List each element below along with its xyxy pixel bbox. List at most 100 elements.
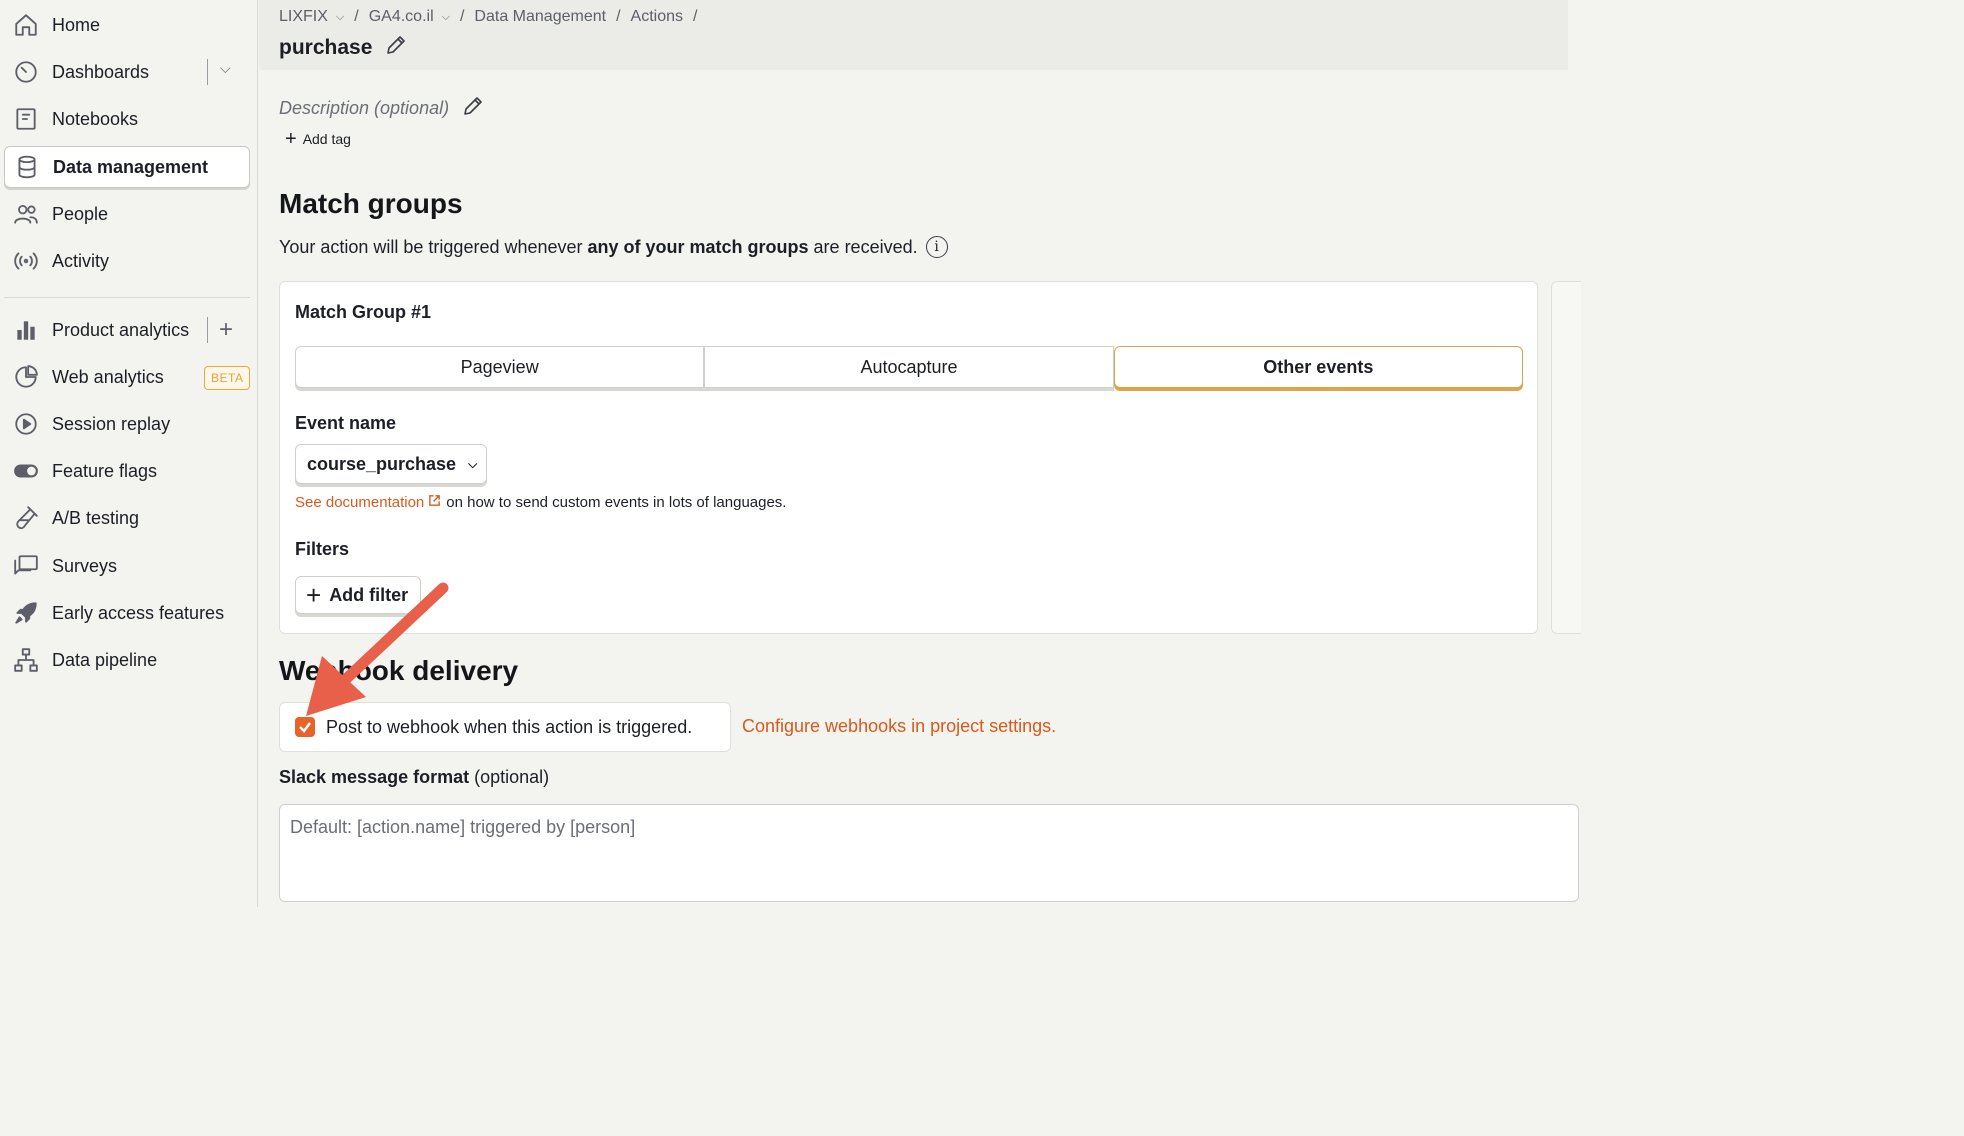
chevron-down-icon: ⌵: [441, 10, 450, 23]
add-insight-button[interactable]: +: [219, 316, 233, 344]
breadcrumb-data-management[interactable]: Data Management: [474, 8, 606, 26]
edit-pencil-icon[interactable]: [461, 94, 485, 123]
sidebar-item-label: Surveys: [52, 555, 118, 576]
sidebar-item-session-replay[interactable]: Session replay: [4, 403, 250, 445]
toggle-icon: [12, 457, 40, 485]
sidebar-item-people[interactable]: People: [4, 193, 250, 235]
sidebar: Home Dashboards ⌵ Notebooks Data managem…: [0, 0, 258, 907]
sidebar-item-data-pipeline[interactable]: Data pipeline: [4, 639, 250, 681]
sidebar-item-data-management[interactable]: Data management: [4, 146, 250, 188]
match-groups-description: Your action will be triggered whenever a…: [279, 236, 948, 258]
survey-chat-icon: [12, 552, 40, 580]
match-group-title: Match Group #1: [295, 302, 432, 322]
sidebar-item-label: Feature flags: [52, 460, 158, 481]
people-icon: [12, 200, 40, 228]
breadcrumb-project[interactable]: GA4.co.il ⌵: [369, 8, 450, 26]
sidebar-item-label: Data management: [53, 156, 209, 177]
sidebar-item-activity[interactable]: Activity: [4, 240, 250, 282]
chevron-down-icon: ⌵: [335, 10, 345, 23]
sidebar-item-early-access[interactable]: Early access features: [4, 592, 250, 634]
sidebar-item-notebooks[interactable]: Notebooks: [4, 98, 250, 140]
add-tag-label: Add tag: [302, 131, 351, 147]
bar-chart-icon: [12, 316, 40, 344]
dashboard-gauge-icon: [12, 58, 40, 86]
webhook-checkbox-row[interactable]: Post to webhook when this action is trig…: [279, 702, 731, 752]
event-name-value: course_purchase: [307, 453, 457, 474]
pipeline-icon: [12, 646, 40, 674]
external-link-icon: [424, 494, 446, 511]
breadcrumb: LIXFIX ⌵ / GA4.co.il ⌵ / Data Management /…: [279, 8, 707, 26]
description-text: are received.: [813, 236, 918, 257]
sidebar-item-dashboards[interactable]: Dashboards: [4, 51, 250, 93]
beta-badge: BETA: [204, 366, 251, 390]
chevron-down-icon[interactable]: ⌵: [220, 60, 231, 77]
tab-autocapture[interactable]: Autocapture: [704, 346, 1114, 388]
edit-pencil-icon[interactable]: [384, 33, 408, 63]
sidebar-item-surveys[interactable]: Surveys: [4, 545, 250, 587]
slack-format-label-bold: Slack message format: [279, 767, 470, 787]
page-title: purchase: [279, 36, 373, 59]
configure-webhooks-link[interactable]: Configure webhooks in project settings.: [742, 716, 1056, 737]
rocket-icon: [12, 599, 40, 627]
match-groups-heading: Match groups: [279, 188, 463, 219]
tab-other-events[interactable]: Other events: [1113, 346, 1523, 388]
sidebar-item-label: Activity: [52, 250, 110, 271]
breadcrumb-separator: /: [354, 8, 359, 25]
description-row: Description (optional): [279, 94, 485, 123]
sidebar-item-label: Product analytics: [52, 319, 190, 340]
sidebar-item-label: Dashboards: [52, 61, 150, 82]
divider: [4, 297, 250, 298]
description-bold-text: any of your match groups: [587, 236, 809, 257]
play-circle-icon: [12, 410, 40, 438]
add-filter-button[interactable]: + Add filter: [295, 576, 421, 614]
activity-broadcast-icon: [12, 247, 40, 275]
divider: [207, 317, 208, 343]
filters-label: Filters: [295, 539, 350, 559]
sidebar-item-label: A/B testing: [52, 507, 140, 528]
sidebar-item-product-analytics[interactable]: Product analytics: [4, 309, 250, 351]
webhook-heading: Webhook delivery: [279, 655, 519, 686]
add-match-group-panel[interactable]: [1551, 281, 1581, 634]
event-type-tabs: Pageview Autocapture Other events: [295, 346, 1523, 388]
event-name-label: Event name: [295, 413, 397, 433]
sidebar-item-label: Data pipeline: [52, 649, 158, 670]
breadcrumb-actions[interactable]: Actions: [631, 8, 683, 26]
sidebar-item-label: Web analytics: [52, 366, 164, 387]
slack-format-label-suffix: (optional): [474, 767, 550, 787]
page-header: LIXFIX ⌵ / GA4.co.il ⌵ / Data Management /…: [259, 0, 1568, 70]
sidebar-item-ab-testing[interactable]: A/B testing: [4, 497, 250, 539]
see-documentation-link[interactable]: See documentation: [295, 494, 446, 511]
sidebar-item-label: Session replay: [52, 413, 171, 434]
add-tag-button[interactable]: + Add tag: [279, 126, 359, 152]
sidebar-item-feature-flags[interactable]: Feature flags: [4, 450, 250, 492]
plus-icon: +: [306, 580, 322, 610]
slack-message-format-input[interactable]: [279, 804, 1579, 902]
divider: [207, 59, 208, 85]
chevron-down-icon: ⌵: [468, 456, 478, 471]
documentation-hint: See documentation on how to send custom …: [295, 494, 786, 511]
main-content: Description (optional) + Add tag Match g…: [259, 70, 1581, 907]
breadcrumb-separator: /: [616, 8, 621, 25]
webhook-checkbox-label: Post to webhook when this action is trig…: [326, 716, 693, 737]
description-text: Your action will be triggered whenever: [279, 236, 583, 257]
documentation-hint-text: on how to send custom events in lots of …: [446, 494, 787, 511]
breadcrumb-label: GA4.co.il: [368, 8, 434, 25]
event-name-select[interactable]: course_purchase ⌵: [295, 444, 487, 484]
pie-chart-icon: [12, 363, 40, 391]
breadcrumb-label: LIXFIX: [279, 8, 328, 25]
link-text: See documentation: [295, 494, 425, 511]
checkmark-icon: [299, 722, 311, 733]
description-field[interactable]: Description (optional): [279, 98, 449, 119]
tab-pageview[interactable]: Pageview: [295, 346, 705, 388]
sidebar-item-label: Home: [52, 14, 101, 35]
match-group-card: Match Group #1 Pageview Autocapture Othe…: [279, 281, 1538, 634]
breadcrumb-org[interactable]: LIXFIX ⌵: [279, 8, 344, 26]
webhook-checkbox[interactable]: [295, 717, 315, 737]
plus-icon: +: [285, 127, 297, 150]
sidebar-item-home[interactable]: Home: [4, 4, 250, 46]
database-icon: [13, 153, 41, 181]
info-icon[interactable]: i: [925, 236, 948, 258]
sidebar-item-label: People: [52, 203, 109, 224]
slack-format-label: Slack message format (optional): [279, 767, 549, 788]
add-filter-label: Add filter: [329, 584, 409, 605]
